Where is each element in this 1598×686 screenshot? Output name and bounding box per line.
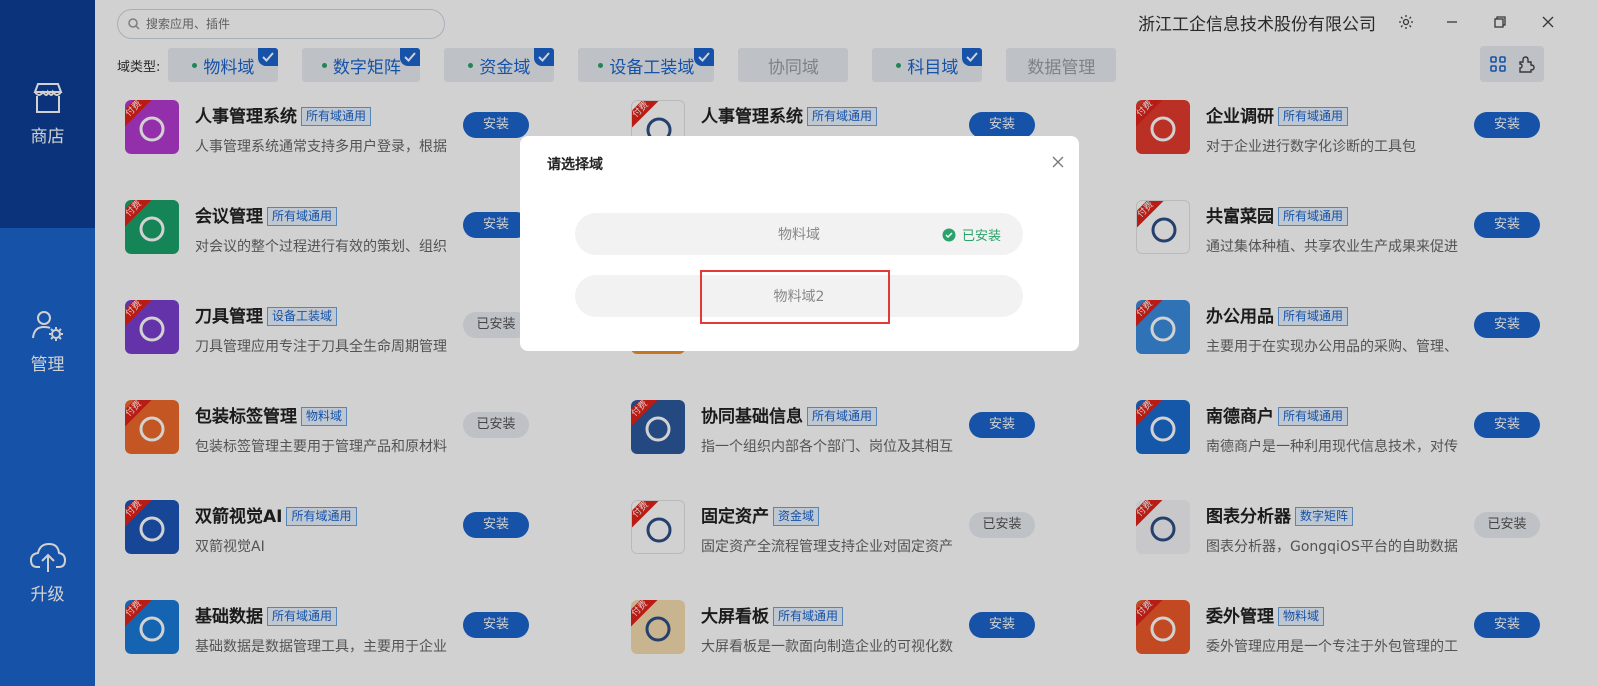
- close-dialog-button[interactable]: [1051, 154, 1067, 170]
- domain-option-label: 物料域: [778, 227, 820, 243]
- check-circle-icon: [942, 228, 956, 241]
- installed-status: 已安装: [942, 225, 1001, 244]
- close-icon: [1052, 156, 1064, 168]
- domain-option[interactable]: 物料域 已安装: [575, 213, 1023, 255]
- installed-status-text: 已安装: [961, 229, 1001, 244]
- selection-highlight: [700, 270, 890, 324]
- dialog-title: 请选择域: [547, 157, 603, 173]
